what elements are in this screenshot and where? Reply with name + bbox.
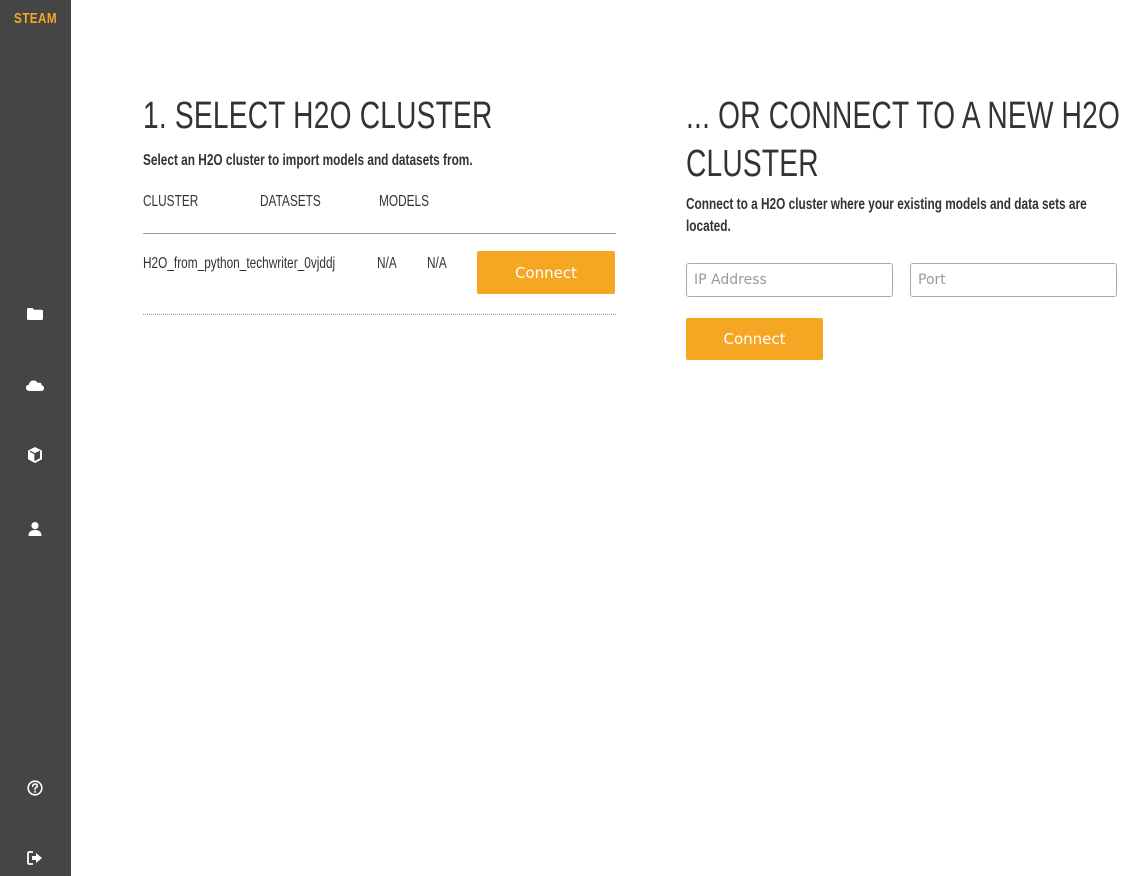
- user-icon[interactable]: [22, 516, 48, 542]
- steam-logo[interactable]: STEAM: [8, 10, 63, 27]
- new-cluster-title-line1: ... OR CONNECT TO A NEW H2O: [686, 95, 1121, 137]
- port-input[interactable]: [910, 263, 1117, 297]
- main-content: 1. SELECT H2O CLUSTER Select an H2O clus…: [71, 0, 1146, 876]
- ip-address-input[interactable]: [686, 263, 893, 297]
- new-cluster-title-line2: CLUSTER: [686, 143, 819, 185]
- table-header-divider: [143, 233, 616, 234]
- column-header-datasets: DATASETS: [260, 193, 321, 210]
- cluster-name: H2O_from_python_techwriter_0vjddj: [143, 255, 336, 272]
- select-cluster-description: Select an H2O cluster to import models a…: [143, 152, 473, 169]
- new-cluster-description-line2: located.: [686, 218, 731, 235]
- select-cluster-title: 1. SELECT H2O CLUSTER: [143, 95, 493, 137]
- new-cluster-description-line1: Connect to a H2O cluster where your exis…: [686, 196, 1087, 213]
- column-header-cluster: CLUSTER: [143, 193, 199, 210]
- help-icon[interactable]: [22, 775, 48, 801]
- folder-icon[interactable]: [22, 301, 48, 327]
- sidebar: STEAM: [0, 0, 71, 876]
- connect-new-cluster-button[interactable]: Connect: [686, 318, 823, 360]
- table-row-divider: [143, 314, 616, 315]
- logout-icon[interactable]: [22, 845, 48, 871]
- column-header-models: MODELS: [379, 193, 430, 210]
- cluster-models: N/A: [427, 255, 447, 272]
- cube-icon[interactable]: [22, 442, 48, 468]
- connect-cluster-button[interactable]: Connect: [477, 251, 615, 294]
- cluster-datasets: N/A: [377, 255, 397, 272]
- cloud-icon[interactable]: [22, 372, 48, 398]
